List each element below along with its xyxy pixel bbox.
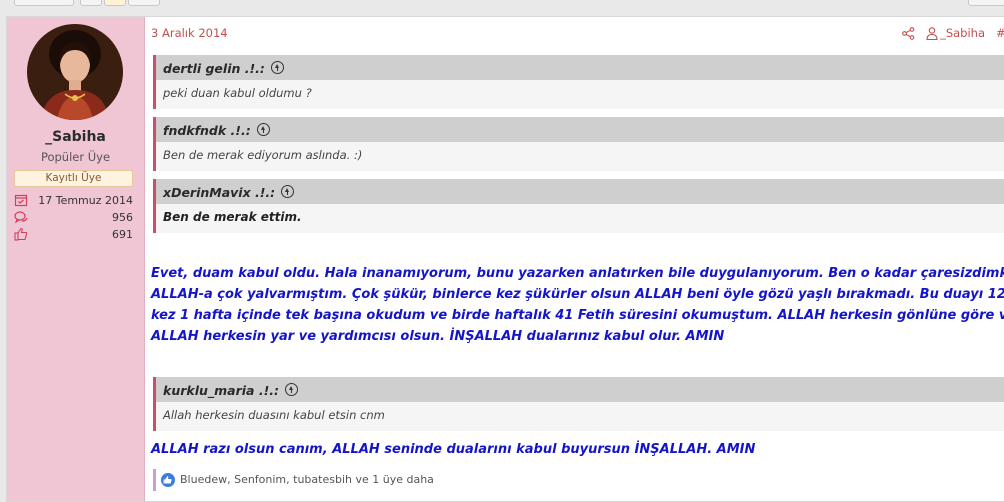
quote-block: xDerinMavix .!.: Ben de merak ettim. bbox=[153, 179, 1004, 233]
top-toolbar bbox=[0, 0, 1004, 8]
stat-likes: 691 bbox=[14, 227, 133, 242]
quote-author[interactable]: kurklu_maria .!.: bbox=[163, 383, 299, 398]
forum-post: _Sabiha Popüler Üye Kayıtlı Üye 17 Temmu… bbox=[6, 16, 1004, 502]
toolbar-button[interactable] bbox=[968, 0, 1004, 6]
quote-author[interactable]: fndkfndk .!.: bbox=[163, 123, 270, 138]
avatar[interactable] bbox=[27, 24, 123, 120]
stat-joined-value: 17 Temmuz 2014 bbox=[38, 194, 133, 207]
arrow-up-icon[interactable] bbox=[281, 185, 295, 198]
quote-author[interactable]: dertli gelin .!.: bbox=[163, 61, 284, 76]
stat-messages-value: 956 bbox=[112, 211, 133, 224]
share-icon[interactable] bbox=[902, 27, 915, 40]
post-content: 3 Aralık 2014 _Sabiha #1 dertli gelin .!… bbox=[145, 17, 1004, 501]
quote-header: dertli gelin .!.: bbox=[156, 55, 1004, 80]
arrow-up-icon[interactable] bbox=[270, 61, 284, 74]
like-icon bbox=[14, 227, 28, 241]
arrow-up-icon[interactable] bbox=[285, 383, 299, 396]
post-number[interactable]: #1 bbox=[996, 26, 1004, 40]
user-title: Popüler Üye bbox=[40, 150, 111, 164]
reactions-list[interactable]: Bluedew, Senfonim, tubatesbih ve 1 üye d… bbox=[180, 469, 434, 491]
stat-likes-value: 691 bbox=[112, 228, 133, 241]
stat-joined: 17 Temmuz 2014 bbox=[14, 193, 133, 208]
reactions-bar: Bluedew, Senfonim, tubatesbih ve 1 üye d… bbox=[153, 469, 1004, 491]
quote-block: kurklu_maria .!.: Allah herkesin duasını… bbox=[153, 377, 1004, 431]
quote-block: dertli gelin .!.: peki duan kabul oldumu… bbox=[153, 55, 1004, 109]
quote-text: Allah herkesin duasını kabul etsin cnm bbox=[163, 408, 385, 422]
quote-header: kurklu_maria .!.: bbox=[156, 377, 1004, 402]
post-date[interactable]: 3 Aralık 2014 bbox=[151, 26, 228, 40]
toolbar-button[interactable] bbox=[128, 0, 160, 6]
quote-text: Ben de merak ettim. bbox=[163, 210, 302, 224]
message-line: kez 1 hafta içinde tek başına okudum ve … bbox=[151, 308, 1004, 323]
toolbar-button[interactable] bbox=[80, 0, 102, 6]
message-line: ALLAH-a çok yalvarmıştım. Çok şükür, bin… bbox=[151, 287, 1004, 302]
user-badge: Kayıtlı Üye bbox=[14, 170, 133, 187]
calendar-icon bbox=[14, 193, 28, 207]
stat-messages: 956 bbox=[14, 210, 133, 225]
quote-header: xDerinMavix .!.: bbox=[156, 179, 1004, 204]
reply-text: ALLAH razı olsun canım, ALLAH seninde du… bbox=[151, 442, 756, 457]
quote-block: fndkfndk .!.: Ben de merak ediyorum aslı… bbox=[153, 117, 1004, 171]
post-author-link[interactable]: _Sabiha bbox=[940, 26, 985, 40]
messages-icon bbox=[14, 210, 28, 224]
username[interactable]: _Sabiha bbox=[7, 129, 144, 145]
user-pane: _Sabiha Popüler Üye Kayıtlı Üye 17 Temmu… bbox=[7, 17, 145, 501]
quote-author[interactable]: xDerinMavix .!.: bbox=[163, 185, 295, 200]
toolbar-button[interactable] bbox=[104, 0, 126, 6]
quote-text: peki duan kabul oldumu ? bbox=[163, 86, 312, 100]
message-line: Evet, duam kabul oldu. Hala inanamıyorum… bbox=[151, 266, 1004, 281]
quote-header: fndkfndk .!.: bbox=[156, 117, 1004, 142]
quote-text: Ben de merak ediyorum aslında. :) bbox=[163, 148, 363, 162]
message-body: Evet, duam kabul oldu. Hala inanamıyorum… bbox=[151, 263, 1004, 347]
user-icon bbox=[926, 27, 938, 41]
toolbar-button[interactable] bbox=[14, 0, 74, 6]
arrow-up-icon[interactable] bbox=[256, 123, 270, 136]
like-icon bbox=[161, 473, 175, 487]
message-line: ALLAH herkesin yar ve yardımcısı olsun. … bbox=[151, 329, 725, 344]
